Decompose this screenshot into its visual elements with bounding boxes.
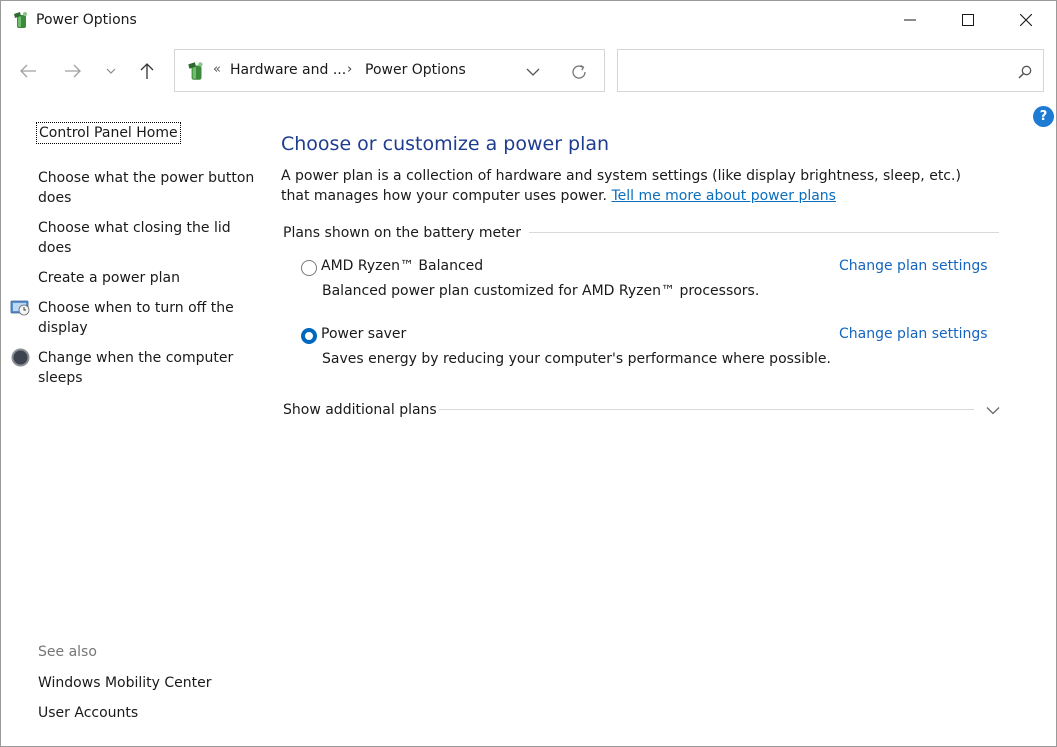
change-plan-settings-link[interactable]: Change plan settings	[839, 326, 988, 342]
refresh-button[interactable]	[568, 61, 590, 83]
minimize-icon	[904, 19, 916, 21]
plan-radio-amd-balanced[interactable]	[301, 260, 317, 276]
see-also-heading: See also	[38, 644, 97, 660]
maximize-button[interactable]	[939, 1, 997, 39]
change-plan-settings-link[interactable]: Change plan settings	[839, 258, 988, 274]
plan-name-amd-balanced[interactable]: AMD Ryzen™ Balanced	[321, 258, 483, 274]
arrow-up-icon	[140, 63, 154, 79]
show-additional-plans-button[interactable]	[983, 401, 1003, 419]
plan-radio-power-saver[interactable]	[301, 328, 317, 344]
arrow-right-icon	[65, 64, 81, 78]
breadcrumb-hardware[interactable]: Hardware and ...	[230, 62, 346, 78]
chevron-down-icon	[106, 68, 116, 74]
power-options-window: Power Options « Hardware and ... › Power…	[0, 0, 1057, 747]
plan-name-power-saver[interactable]: Power saver	[321, 326, 406, 342]
page-title: Choose or customize a power plan	[281, 133, 610, 155]
recent-locations-button[interactable]	[99, 59, 123, 83]
help-button[interactable]: ?	[1033, 106, 1054, 127]
back-button[interactable]	[15, 59, 41, 83]
breadcrumb-power-options[interactable]: Power Options	[365, 62, 466, 78]
sidebar-item-closing-lid[interactable]: Choose what closing the lid does	[38, 218, 231, 258]
close-icon	[1020, 14, 1032, 26]
sidebar-item-label: Choose when to turn off the	[38, 300, 234, 316]
control-panel-home-link[interactable]: Control Panel Home	[36, 122, 181, 144]
plan-description-power-saver: Saves energy by reducing your computer's…	[322, 351, 831, 367]
address-dropdown-button[interactable]	[523, 62, 543, 82]
window-title: Power Options	[36, 12, 137, 28]
forward-button[interactable]	[60, 59, 86, 83]
breadcrumb-overflow[interactable]: «	[213, 62, 221, 77]
show-additional-plans-label[interactable]: Show additional plans	[283, 402, 437, 418]
moon-sleep-icon	[11, 348, 30, 367]
search-box[interactable]	[617, 49, 1044, 92]
additional-plans-divider	[439, 409, 974, 410]
title-bar: Power Options	[1, 1, 1056, 39]
sidebar-item-power-button[interactable]: Choose what the power button does	[38, 168, 254, 208]
search-icon[interactable]	[1016, 63, 1034, 81]
magnifier-glyph	[1018, 65, 1032, 79]
up-button[interactable]	[134, 59, 160, 83]
breadcrumb-separator[interactable]: ›	[347, 62, 352, 77]
sidebar-item-label: Choose what the power button	[38, 170, 255, 186]
sidebar-item-label: does	[38, 240, 72, 256]
chevron-down-icon	[526, 68, 540, 76]
sidebar-item-label: display	[38, 320, 88, 336]
sidebar-item-computer-sleeps[interactable]: Change when the computer sleeps	[38, 348, 233, 388]
power-options-icon	[188, 62, 203, 80]
sidebar-item-label: Change when the computer	[38, 350, 234, 366]
sidebar-item-label: sleeps	[38, 370, 83, 386]
address-bar[interactable]: « Hardware and ... › Power Options	[174, 49, 605, 92]
windows-mobility-center-link[interactable]: Windows Mobility Center	[38, 673, 212, 693]
search-input[interactable]	[626, 58, 1006, 84]
sidebar-item-label: Choose what closing the lid	[38, 220, 231, 236]
sidebar-item-turn-off-display[interactable]: Choose when to turn off the display	[38, 298, 234, 338]
page-description: A power plan is a collection of hardware…	[281, 166, 981, 206]
group-label: Plans shown on the battery meter	[283, 225, 530, 241]
power-options-icon	[14, 12, 27, 28]
arrow-left-icon	[20, 64, 36, 78]
learn-more-link[interactable]: Tell me more about power plans	[611, 188, 836, 204]
user-accounts-link[interactable]: User Accounts	[38, 703, 138, 723]
sidebar-item-label: does	[38, 190, 72, 206]
sidebar-item-create-plan[interactable]: Create a power plan	[38, 268, 180, 288]
minimize-button[interactable]	[881, 1, 939, 39]
display-clock-icon	[10, 300, 30, 316]
chevron-down-icon	[986, 406, 1000, 414]
close-button[interactable]	[997, 1, 1055, 39]
maximize-icon	[962, 14, 974, 26]
plan-description-amd-balanced: Balanced power plan customized for AMD R…	[322, 283, 760, 299]
refresh-icon	[572, 64, 586, 79]
